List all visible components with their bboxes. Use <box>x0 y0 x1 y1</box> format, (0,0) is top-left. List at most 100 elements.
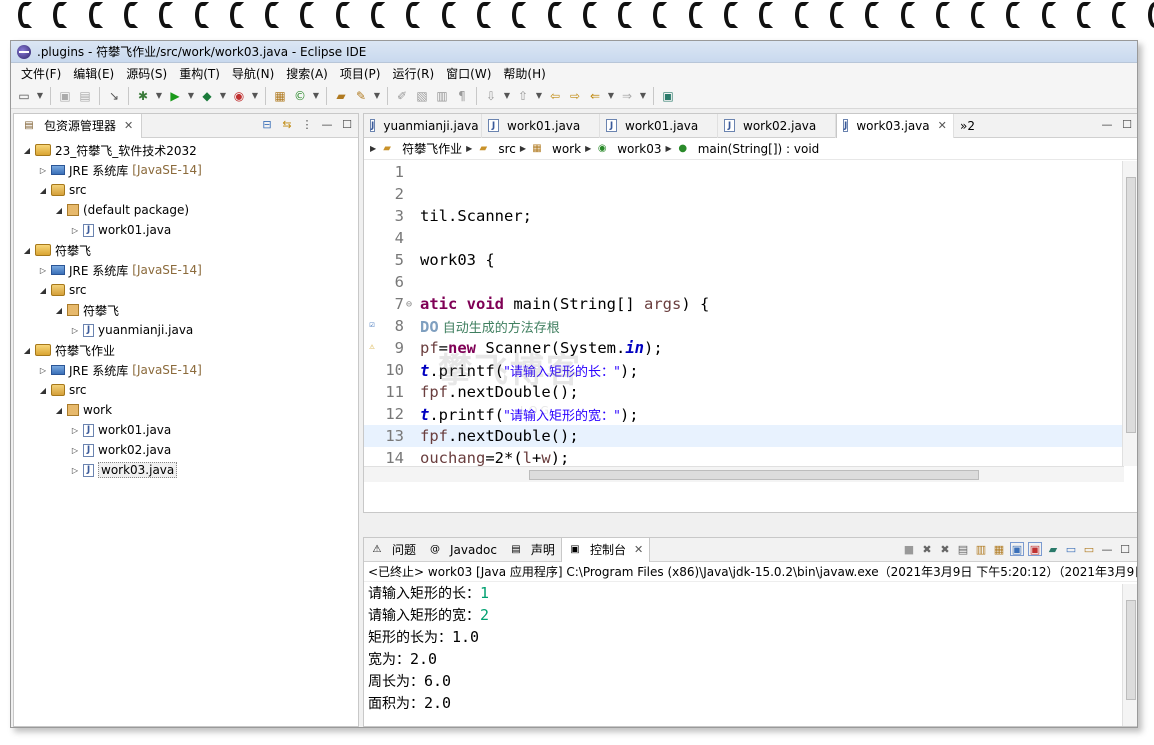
console-tab[interactable]: @ Javadoc <box>422 538 503 562</box>
toggle-breadcrumb-icon[interactable]: ▧ <box>413 87 431 105</box>
expanded-twisty-icon[interactable]: ◢ <box>22 246 32 255</box>
editor-tab[interactable]: Jwork03.java ✕ <box>836 113 954 138</box>
clear-console-icon[interactable]: ▤ <box>956 542 970 556</box>
tree-item[interactable]: ▷ JRE 系统库 [JavaSE-14] <box>14 260 358 280</box>
tree-item[interactable]: ◢ work <box>14 400 358 420</box>
code-line[interactable]: 14 ouchang=2*(l+w); <box>364 447 1122 466</box>
view-menu-icon[interactable]: ⋮ <box>300 117 314 131</box>
collapsed-twisty-icon[interactable]: ▷ <box>70 446 80 455</box>
tree-item[interactable]: ▷ JRE 系统库 [JavaSE-14] <box>14 160 358 180</box>
display-selected-console-icon[interactable]: ▭ <box>1064 542 1078 556</box>
minimize-icon[interactable]: — <box>1100 542 1114 556</box>
tree-item[interactable]: ◢ 23_符攀飞_软件技术2032 <box>14 140 358 160</box>
collapse-all-icon[interactable]: ⊟ <box>260 117 274 131</box>
next-annotation-dropdown-icon[interactable]: ▼ <box>502 87 512 105</box>
next-annotation-icon[interactable]: ⇩ <box>482 87 500 105</box>
prev-annotation-icon[interactable]: ⇧ <box>514 87 532 105</box>
collapsed-twisty-icon[interactable]: ▷ <box>70 326 80 335</box>
expanded-twisty-icon[interactable]: ◢ <box>22 346 32 355</box>
back-dropdown-icon[interactable]: ▼ <box>606 87 616 105</box>
minimize-icon[interactable]: — <box>320 117 334 131</box>
maximize-icon[interactable]: ☐ <box>1118 542 1132 556</box>
breadcrumb-separator-icon[interactable]: ▶ <box>520 144 526 153</box>
skip-breakpoints-icon[interactable]: ↘ <box>105 87 123 105</box>
code-line[interactable]: 10 t.printf("请输入矩形的长："); <box>364 359 1122 381</box>
tab-overflow-button[interactable]: »2 <box>960 119 975 133</box>
search-icon[interactable]: ✎ <box>352 87 370 105</box>
editor-horizontal-scrollbar[interactable] <box>364 466 1124 482</box>
menu-item[interactable]: 导航(N) <box>226 65 280 82</box>
new-java-package-icon[interactable]: ▦ <box>271 87 289 105</box>
expanded-twisty-icon[interactable]: ◢ <box>38 386 48 395</box>
scrollbar-thumb[interactable] <box>1126 600 1136 700</box>
code-line[interactable]: 4 <box>364 227 1122 249</box>
code-line[interactable]: 12 t.printf("请输入矩形的宽："); <box>364 403 1122 425</box>
close-icon[interactable]: ✕ <box>124 119 133 132</box>
open-type-icon[interactable]: ▰ <box>332 87 350 105</box>
tree-item[interactable]: ◢ src <box>14 180 358 200</box>
tree-item[interactable]: ◢ 符攀飞 <box>14 300 358 320</box>
expanded-twisty-icon[interactable]: ◢ <box>54 406 64 415</box>
maximize-icon[interactable]: ☐ <box>340 117 354 131</box>
menu-item[interactable]: 项目(P) <box>334 65 387 82</box>
back-icon[interactable]: ⇨ <box>566 87 584 105</box>
menu-item[interactable]: 文件(F) <box>15 65 67 82</box>
forward-nav-icon[interactable]: ⇒ <box>618 87 636 105</box>
close-icon[interactable]: ✕ <box>634 543 643 556</box>
remove-all-terminated-icon[interactable]: ✖ <box>938 542 952 556</box>
editor-tab[interactable]: Jwork01.java <box>600 113 718 138</box>
scrollbar-thumb[interactable] <box>1126 177 1136 433</box>
menu-item[interactable]: 重构(T) <box>173 65 226 82</box>
menu-item[interactable]: 运行(R) <box>386 65 440 82</box>
collapsed-twisty-icon[interactable]: ▷ <box>70 226 80 235</box>
tree-item[interactable]: ▷ Jyuanmianji.java <box>14 320 358 340</box>
expanded-twisty-icon[interactable]: ◢ <box>38 286 48 295</box>
coverage-dropdown-icon[interactable]: ▼ <box>218 87 228 105</box>
new-java-class-icon[interactable]: © <box>291 87 309 105</box>
open-console-icon[interactable]: ▭ <box>1082 542 1096 556</box>
run-dropdown-icon[interactable]: ▼ <box>186 87 196 105</box>
new-class-dropdown-icon[interactable]: ▼ <box>311 87 321 105</box>
code-line[interactable]: 13 fpf.nextDouble(); <box>364 425 1122 447</box>
external-tools-icon[interactable]: ◉ <box>230 87 248 105</box>
new-dropdown-icon[interactable]: ▼ <box>35 87 45 105</box>
breadcrumb-item[interactable]: ▰ 符攀飞作业 <box>380 140 462 157</box>
tree-item[interactable]: ▷ Jwork02.java <box>14 440 358 460</box>
task-marker-icon[interactable]: ☑ <box>366 319 378 331</box>
minimize-icon[interactable]: — <box>1100 117 1114 131</box>
collapsed-twisty-icon[interactable]: ▷ <box>38 366 48 375</box>
console-tab[interactable]: ⚠ 问题 <box>364 538 422 562</box>
editor-tab[interactable]: Jwork02.java <box>718 113 836 138</box>
code-line[interactable]: ⚠ 9 pf=new Scanner(System.in); <box>364 337 1122 359</box>
code-line[interactable]: ☑ 8 DO 自动生成的方法存根 <box>364 315 1122 337</box>
menu-item[interactable]: 帮助(H) <box>497 65 551 82</box>
back-nav-icon[interactable]: ⇐ <box>586 87 604 105</box>
collapsed-twisty-icon[interactable]: ▷ <box>70 466 80 475</box>
breadcrumb-separator-icon[interactable]: ▶ <box>370 144 376 153</box>
breadcrumb-item[interactable]: ▦ work <box>530 142 581 156</box>
menu-item[interactable]: 源码(S) <box>120 65 173 82</box>
expanded-twisty-icon[interactable]: ◢ <box>22 146 32 155</box>
code-line[interactable]: 6 <box>364 271 1122 293</box>
breadcrumb-item[interactable]: ● main(String[]) : void <box>676 142 819 156</box>
code-area[interactable]: 1 2 3 til.Scanner; 4 5 work03 {6 7 ⊖ atic void ma… <box>364 161 1122 466</box>
tree-item[interactable]: ▷ Jwork01.java <box>14 420 358 440</box>
tree-item[interactable]: ◢ (default package) <box>14 200 358 220</box>
tree-item[interactable]: ▷ Jwork03.java <box>14 460 358 480</box>
new-icon[interactable]: ▭ <box>15 87 33 105</box>
breadcrumb-separator-icon[interactable]: ▶ <box>666 144 672 153</box>
breadcrumb-separator-icon[interactable]: ▶ <box>585 144 591 153</box>
forward-dropdown-icon[interactable]: ▼ <box>638 87 648 105</box>
external-tools-dropdown-icon[interactable]: ▼ <box>250 87 260 105</box>
code-line[interactable]: 2 <box>364 183 1122 205</box>
tree-item[interactable]: ◢ src <box>14 380 358 400</box>
tree-item[interactable]: ▷ JRE 系统库 [JavaSE-14] <box>14 360 358 380</box>
block-selection-icon[interactable]: ▥ <box>433 87 451 105</box>
code-line[interactable]: 7 ⊖ atic void main(String[] args) { <box>364 293 1122 315</box>
console-output[interactable]: 请输入矩形的长： 1 请输入矩形的宽： 2 矩形的长为： 1.0 宽为： 2.0 周长为： 6.0… <box>364 582 1137 714</box>
tree-item[interactable]: ◢ 符攀飞作业 <box>14 340 358 360</box>
last-edit-location-icon[interactable]: ⇦ <box>546 87 564 105</box>
search-dropdown-icon[interactable]: ▼ <box>372 87 382 105</box>
pin-console-icon[interactable]: ▰ <box>1046 542 1060 556</box>
console-tab[interactable]: ▤ 声明 <box>503 538 561 562</box>
